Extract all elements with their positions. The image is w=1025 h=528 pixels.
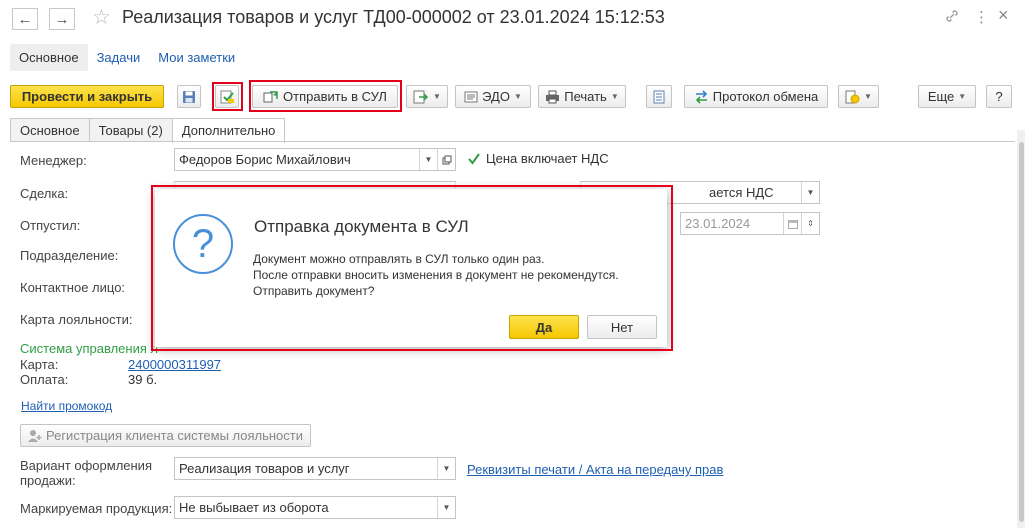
chevron-down-icon: ▼ bbox=[610, 92, 619, 101]
variant-value: Реализация товаров и услуг bbox=[179, 461, 350, 476]
marked-label: Маркируемая продукция: bbox=[20, 501, 173, 516]
manager-field[interactable]: Федоров Борис Михайлович ▼ bbox=[174, 148, 456, 171]
more-label: Еще bbox=[927, 89, 955, 104]
exchange-protocol-button[interactable]: Протокол обмена bbox=[684, 85, 828, 108]
send-sul-icon bbox=[263, 90, 278, 102]
edo-button[interactable]: ЭДО ▼ bbox=[455, 85, 531, 108]
find-promo-link[interactable]: Найти промокод bbox=[21, 399, 112, 413]
chevron-down-icon: ▼ bbox=[864, 92, 872, 101]
calendar-button[interactable] bbox=[783, 213, 801, 234]
payment-label: Оплата: bbox=[20, 372, 69, 387]
scrollbar-thumb[interactable] bbox=[1019, 142, 1024, 522]
list-icon bbox=[653, 90, 665, 103]
loyalty-system-heading: Система управления л bbox=[20, 341, 159, 356]
back-arrow-icon: ← bbox=[17, 10, 33, 28]
print-button[interactable]: Печать ▼ bbox=[538, 85, 626, 108]
register-client-button[interactable]: Регистрация клиента системы лояльности bbox=[20, 424, 311, 447]
edo-label: ЭДО bbox=[482, 89, 510, 104]
department-label: Подразделение: bbox=[20, 248, 119, 263]
exchange-icon bbox=[695, 89, 707, 104]
register-client-label: Регистрация клиента системы лояльности bbox=[45, 428, 304, 443]
send-to-sul-label: Отправить в СУЛ bbox=[283, 89, 387, 104]
more-button[interactable]: Еще ▼ bbox=[918, 85, 976, 108]
spinner-icon: ⇕ bbox=[807, 219, 814, 228]
chevron-down-icon: ▼ bbox=[442, 464, 451, 473]
post-document-icon bbox=[220, 90, 234, 103]
nav-notes[interactable]: Мои заметки bbox=[149, 44, 244, 71]
create-based-icon bbox=[413, 90, 429, 103]
contact-label: Контактное лицо: bbox=[20, 280, 126, 295]
back-button[interactable]: ← bbox=[12, 8, 38, 30]
variant-label-line1: Вариант оформления bbox=[20, 458, 152, 473]
date-value: 23.01.2024 bbox=[685, 216, 751, 231]
price-incl-vat-label: Цена включает НДС bbox=[486, 151, 609, 166]
print-label: Печать bbox=[564, 89, 607, 104]
favorite-star-icon[interactable]: ☆ bbox=[92, 5, 111, 30]
manager-label: Менеджер: bbox=[20, 153, 87, 168]
user-add-icon bbox=[27, 429, 42, 442]
manager-open[interactable] bbox=[437, 149, 455, 170]
price-incl-vat-checkbox[interactable]: Цена включает НДС bbox=[467, 151, 609, 166]
vat-value: ается НДС bbox=[709, 185, 774, 200]
page-title: Реализация товаров и услуг ТД00-000002 о… bbox=[122, 7, 665, 27]
close-icon[interactable]: × bbox=[998, 5, 1009, 26]
print-details-link[interactable]: Реквизиты печати / Акта на передачу прав bbox=[467, 462, 723, 477]
reports-button[interactable]: ▼ bbox=[838, 85, 879, 108]
exchange-protocol-label: Протокол обмена bbox=[712, 89, 819, 104]
checkbox-checked-icon bbox=[468, 152, 480, 165]
link-icon[interactable] bbox=[944, 8, 960, 28]
manager-dropdown[interactable]: ▼ bbox=[419, 149, 437, 170]
loyalty-card-label: Карта лояльности: bbox=[20, 312, 133, 327]
card-label: Карта: bbox=[20, 357, 59, 372]
card-number-link[interactable]: 2400000311997 bbox=[128, 357, 221, 372]
deal-label: Сделка: bbox=[20, 186, 69, 201]
date-field[interactable]: 23.01.2024 ⇕ bbox=[680, 212, 820, 235]
variant-label-line2: продажи: bbox=[20, 473, 76, 488]
marked-value: Не выбывает из оборота bbox=[179, 500, 329, 515]
send-to-sul-button[interactable]: Отправить в СУЛ bbox=[252, 85, 398, 108]
form-tabs: Основное Товары (2) Дополнительно bbox=[10, 118, 286, 143]
payment-value: 39 б. bbox=[128, 372, 158, 387]
reports-icon bbox=[845, 90, 860, 103]
chevron-down-icon: ▼ bbox=[513, 92, 522, 101]
forward-arrow-icon: → bbox=[54, 10, 70, 28]
manager-value: Федоров Борис Михайлович bbox=[179, 152, 351, 167]
create-based-on-button[interactable]: ▼ bbox=[406, 85, 448, 108]
chevron-down-icon: ▼ bbox=[806, 188, 815, 197]
marked-dropdown[interactable]: ▼ bbox=[437, 497, 455, 518]
chevron-down-icon: ▼ bbox=[958, 92, 967, 101]
chevron-down-icon: ▼ bbox=[424, 155, 433, 164]
forward-button[interactable]: → bbox=[49, 8, 75, 30]
save-icon bbox=[183, 90, 195, 103]
edo-icon bbox=[464, 91, 478, 102]
variant-field[interactable]: Реализация товаров и услуг ▼ bbox=[174, 457, 456, 480]
tab-additional[interactable]: Дополнительно bbox=[171, 118, 286, 143]
section-nav: Основное Задачи Мои заметки bbox=[10, 42, 244, 72]
nav-tasks[interactable]: Задачи bbox=[88, 44, 150, 71]
chevron-down-icon: ▼ bbox=[433, 92, 441, 101]
chevron-down-icon: ▼ bbox=[442, 503, 451, 512]
help-button[interactable]: ? bbox=[986, 85, 1012, 108]
vat-dropdown[interactable]: ▼ bbox=[801, 182, 819, 203]
post-and-close-button[interactable]: Провести и закрыть bbox=[10, 85, 164, 108]
post-button[interactable] bbox=[215, 85, 239, 108]
marked-field[interactable]: Не выбывает из оборота ▼ bbox=[174, 496, 456, 519]
calendar-icon bbox=[787, 219, 798, 229]
date-spinner[interactable]: ⇕ bbox=[801, 213, 819, 234]
more-vertical-icon[interactable]: ⋮ bbox=[974, 8, 989, 26]
tab-divider bbox=[10, 141, 1015, 142]
save-button[interactable] bbox=[177, 85, 201, 108]
open-icon bbox=[442, 155, 451, 164]
journal-button[interactable] bbox=[646, 85, 672, 108]
released-label: Отпустил: bbox=[20, 218, 81, 233]
variant-dropdown[interactable]: ▼ bbox=[437, 458, 455, 479]
tab-goods[interactable]: Товары (2) bbox=[88, 118, 173, 142]
nav-main[interactable]: Основное bbox=[10, 43, 88, 71]
dialog-highlight-frame bbox=[151, 185, 673, 351]
tab-main[interactable]: Основное bbox=[10, 118, 90, 142]
printer-icon bbox=[546, 90, 560, 103]
